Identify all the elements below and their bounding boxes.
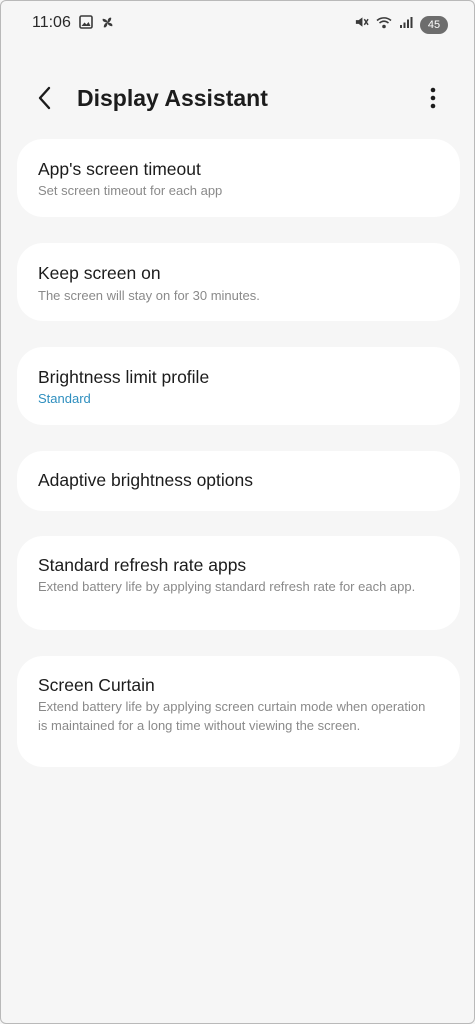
wifi-icon xyxy=(376,16,392,34)
app-header: Display Assistant xyxy=(1,75,474,123)
back-button[interactable] xyxy=(31,85,59,115)
setting-title: Screen Curtain xyxy=(38,675,155,695)
setting-adaptive-brightness-options[interactable]: Adaptive brightness options xyxy=(17,451,460,511)
more-options-button[interactable] xyxy=(426,85,440,115)
pinwheel-icon xyxy=(100,15,115,35)
setting-brightness-limit-profile[interactable]: Brightness limit profile Standard xyxy=(17,347,460,425)
setting-title: Standard refresh rate apps xyxy=(38,555,247,575)
mute-icon xyxy=(354,15,369,34)
more-vertical-icon xyxy=(430,87,436,114)
setting-title: App's screen timeout xyxy=(38,159,201,179)
status-right-icons: 45 xyxy=(354,15,448,34)
battery-level: 45 xyxy=(420,15,448,34)
setting-screen-curtain[interactable]: Screen Curtain Extend battery life by ap… xyxy=(17,656,460,767)
setting-title: Brightness limit profile xyxy=(38,367,210,387)
setting-keep-screen-on[interactable]: Keep screen on The screen will stay on f… xyxy=(17,243,460,321)
screen-frame: 11:06 45 Display Assistant App's screen … xyxy=(0,0,475,1024)
setting-standard-refresh-rate-apps[interactable]: Standard refresh rate apps Extend batter… xyxy=(17,536,460,630)
setting-app-screen-timeout[interactable]: App's screen timeout Set screen timeout … xyxy=(17,139,460,217)
status-time: 11:06 xyxy=(32,14,71,31)
setting-title: Keep screen on xyxy=(38,263,161,283)
setting-subtitle: Extend battery life by applying screen c… xyxy=(38,699,426,733)
setting-subtitle: Extend battery life by applying standard… xyxy=(38,579,416,594)
image-icon xyxy=(79,15,93,35)
page-title: Display Assistant xyxy=(77,85,268,111)
chevron-left-icon xyxy=(38,86,52,115)
setting-current-value: Standard xyxy=(38,391,91,406)
status-left-icons xyxy=(79,15,115,35)
setting-subtitle: Set screen timeout for each app xyxy=(38,183,223,198)
setting-subtitle: The screen will stay on for 30 minutes. xyxy=(38,288,260,303)
status-bar: 11:06 45 xyxy=(1,1,474,47)
signal-icon xyxy=(399,16,413,34)
setting-title: Adaptive brightness options xyxy=(38,470,253,490)
